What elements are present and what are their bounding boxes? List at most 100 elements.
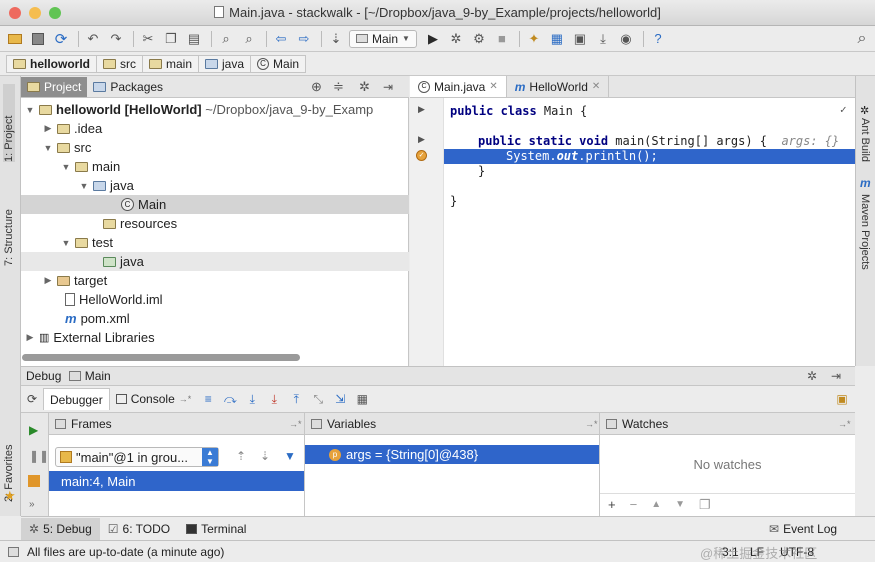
tab-console[interactable]: Console →* xyxy=(110,388,198,410)
pause-icon[interactable]: ❚❚ xyxy=(29,449,49,463)
download-icon[interactable]: ⤓ xyxy=(593,29,613,49)
redo-icon[interactable]: ↷ xyxy=(106,29,126,49)
tool-tab-structure[interactable]: 7: Structure xyxy=(3,176,15,266)
tree-item-target[interactable]: ▶ target xyxy=(21,271,409,290)
run-gutter-icon[interactable]: ▶ xyxy=(418,134,425,145)
tree-item-test[interactable]: ▼ test xyxy=(21,233,409,252)
breadcrumb-item-main-class[interactable]: C Main xyxy=(250,54,307,73)
paste-icon[interactable]: ▤ xyxy=(184,29,204,49)
close-icon[interactable]: ✕ xyxy=(592,81,600,92)
android-icon[interactable]: ◉ xyxy=(616,29,636,49)
tree-item-src[interactable]: ▼ src xyxy=(21,138,409,157)
tool-tab-terminal[interactable]: Terminal xyxy=(178,518,254,540)
locate-icon[interactable]: ⊕ xyxy=(311,79,322,95)
drop-frame-icon[interactable]: ⤡ xyxy=(307,389,329,409)
collapsed-icon: ▶ xyxy=(26,332,34,342)
hide-icon[interactable]: ⇥ xyxy=(831,369,841,383)
tool-tab-debug[interactable]: ✲ 5: Debug xyxy=(21,517,100,540)
more-icon[interactable]: » xyxy=(29,499,35,510)
close-icon[interactable]: ✕ xyxy=(489,81,497,92)
breadcrumb-item-src[interactable]: src xyxy=(96,54,143,73)
gear-icon[interactable]: ✲ xyxy=(359,79,370,95)
find-icon[interactable]: ⌕ xyxy=(216,29,236,49)
restore-layout-icon[interactable]: ▣ xyxy=(831,389,853,409)
search-everywhere-icon[interactable]: ⌕ xyxy=(852,29,872,49)
stop-icon[interactable] xyxy=(28,475,40,487)
collapse-all-icon[interactable]: ≑ xyxy=(333,79,344,95)
build-icon[interactable]: ⇣ xyxy=(326,29,346,49)
step-into-icon[interactable]: ⤓ xyxy=(241,389,263,409)
breakpoint-icon[interactable]: ✓ xyxy=(416,150,427,161)
frames-header: Frames →* xyxy=(49,413,304,435)
tool-tab-ant-build[interactable]: Ant Build xyxy=(859,118,871,178)
copy-icon[interactable]: ❐ xyxy=(699,497,711,513)
expanded-icon: ▼ xyxy=(61,161,71,172)
tab-debugger[interactable]: Debugger xyxy=(43,388,110,410)
tree-item-external-libraries[interactable]: ▶ ▥ External Libraries xyxy=(21,328,409,347)
tree-item-helloworld[interactable]: ▼ helloworld [HelloWorld] ~/Dropbox/java_… xyxy=(21,100,409,119)
breadcrumb-item-java[interactable]: java xyxy=(198,54,252,73)
thread-select[interactable]: "main"@1 in grou... ▲ ▼ xyxy=(55,447,219,467)
step-over-icon[interactable]: ⤼ xyxy=(219,389,241,409)
tool-tab-maven-projects[interactable]: Maven Projects xyxy=(859,194,871,290)
force-step-into-icon[interactable]: ⤓ xyxy=(263,389,285,409)
tab-main-java[interactable]: C Main.java ✕ xyxy=(410,76,507,97)
module-folder-icon xyxy=(39,104,52,115)
tree-item-pom[interactable]: m pom.xml xyxy=(21,309,409,328)
add-icon[interactable]: + xyxy=(608,497,616,512)
tree-item-resources[interactable]: resources xyxy=(21,214,409,233)
show-execution-point-icon[interactable]: ≡ xyxy=(197,389,219,409)
tool-tab-event-log[interactable]: ✉ Event Log xyxy=(761,518,845,540)
sync-icon[interactable]: ⟳ xyxy=(51,29,71,49)
watches-icon xyxy=(606,418,617,429)
breadcrumb-item-main[interactable]: main xyxy=(142,54,200,73)
tree-item-idea[interactable]: ▶ .idea xyxy=(21,119,409,138)
save-icon[interactable] xyxy=(28,29,48,49)
move-up-icon[interactable]: ▲ xyxy=(651,499,661,510)
remove-icon[interactable]: − xyxy=(630,497,638,512)
run-icon[interactable]: ▶ xyxy=(423,29,443,49)
resume-icon[interactable]: ▶ xyxy=(29,423,38,437)
step-out-icon[interactable]: ⤒ xyxy=(285,389,307,409)
tree-item-iml[interactable]: HelloWorld.iml xyxy=(21,290,409,309)
frame-row[interactable]: main:4, Main xyxy=(49,471,304,491)
project-structure-icon[interactable]: ▦ xyxy=(547,29,567,49)
copy-icon[interactable]: ❐ xyxy=(161,29,181,49)
settings-icon[interactable]: ✦ xyxy=(524,29,544,49)
hide-icon[interactable]: ⇥ xyxy=(383,80,393,94)
rerun-icon[interactable]: ⟳ xyxy=(21,389,43,409)
tree-item-main[interactable]: ▼ main xyxy=(21,157,409,176)
next-frame-icon[interactable]: ⇣ xyxy=(260,449,270,463)
tab-helloworld[interactable]: m HelloWorld ✕ xyxy=(507,76,610,97)
undo-icon[interactable]: ↶ xyxy=(83,29,103,49)
coverage-icon[interactable]: ⚙ xyxy=(469,29,489,49)
run-gutter-icon[interactable]: ▶ xyxy=(418,104,425,115)
tree-item-test-java[interactable]: java xyxy=(21,252,409,271)
run-config-select[interactable]: Main ▼ xyxy=(349,29,417,48)
horizontal-scrollbar[interactable] xyxy=(22,354,300,361)
move-down-icon[interactable]: ▼ xyxy=(675,499,685,510)
open-folder-icon[interactable] xyxy=(5,29,25,49)
run-to-cursor-icon[interactable]: ⇲ xyxy=(329,389,351,409)
previous-frame-icon[interactable]: ⇡ xyxy=(236,449,246,463)
forward-icon[interactable]: ⇨ xyxy=(294,29,314,49)
tree-item-java[interactable]: ▼ java xyxy=(21,176,409,195)
help-icon[interactable]: ? xyxy=(648,29,668,49)
evaluate-icon[interactable]: ▦ xyxy=(351,389,373,409)
tab-project[interactable]: Project xyxy=(21,76,88,97)
breadcrumb-item-helloworld[interactable]: helloworld xyxy=(6,54,97,73)
debug-icon[interactable]: ✲ xyxy=(446,29,466,49)
replace-icon[interactable]: ⌕ xyxy=(239,29,259,49)
code-editor[interactable]: public class Main { public static void m… xyxy=(444,98,855,366)
variable-row[interactable]: p args = {String[0]@438} xyxy=(305,445,599,464)
tool-tab-todo[interactable]: ☑ 6: TODO xyxy=(100,518,178,540)
back-icon[interactable]: ⇦ xyxy=(271,29,291,49)
tree-item-main-class[interactable]: C Main xyxy=(21,195,409,214)
gear-icon[interactable]: ✲ xyxy=(807,369,817,383)
sdk-icon[interactable]: ▣ xyxy=(570,29,590,49)
tab-packages[interactable]: Packages xyxy=(87,77,169,97)
tool-tab-project[interactable]: 1: Project xyxy=(3,84,15,162)
filter-icon[interactable]: ▼ xyxy=(284,449,296,463)
cut-icon[interactable]: ✂ xyxy=(138,29,158,49)
stop-icon[interactable]: ■ xyxy=(492,29,512,49)
